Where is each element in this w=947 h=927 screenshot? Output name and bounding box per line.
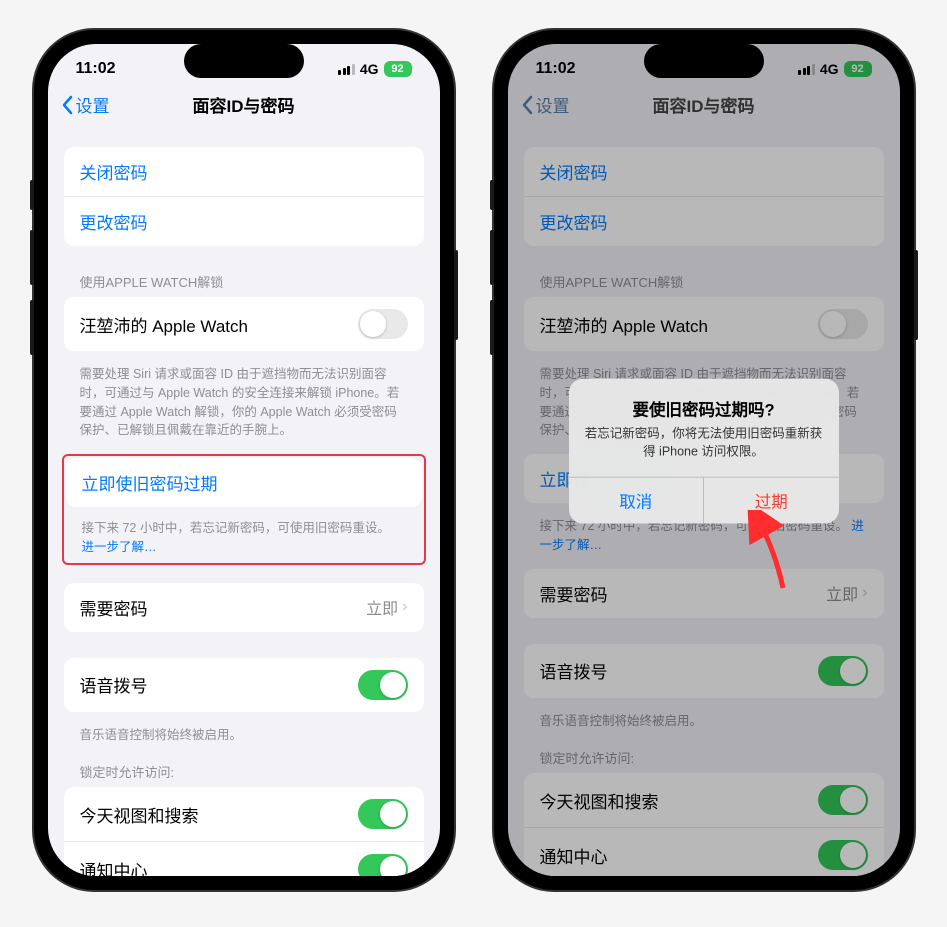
dynamic-island	[644, 44, 764, 78]
learn-more-link[interactable]: 进一步了解…	[82, 540, 157, 554]
notification-center-row[interactable]: 通知中心	[64, 842, 424, 876]
back-button[interactable]: 设置	[60, 92, 110, 117]
alert-title: 要使旧密码过期吗?	[585, 397, 823, 421]
turn-off-passcode-button[interactable]: 关闭密码	[64, 147, 424, 197]
confirm-alert: 要使旧密码过期吗? 若忘记新密码，你将无法使用旧密码重新获得 iPhone 访问…	[569, 379, 839, 524]
apple-watch-label: 汪堃沛的 Apple Watch	[80, 312, 248, 337]
phone-right: 11:02 4G 92 设置 面容ID与密码 关闭密码 更改密码	[494, 30, 914, 890]
apple-watch-toggle[interactable]	[358, 309, 408, 339]
signal-icon	[338, 64, 355, 75]
require-passcode-value: 立即	[366, 595, 398, 619]
apple-watch-row[interactable]: 汪堃沛的 Apple Watch	[64, 297, 424, 351]
require-passcode-label: 需要密码	[80, 595, 148, 620]
status-time: 11:02	[76, 60, 116, 78]
voice-dial-toggle[interactable]	[358, 670, 408, 700]
today-view-toggle[interactable]	[358, 799, 408, 829]
change-passcode-button[interactable]: 更改密码	[64, 197, 424, 246]
alert-confirm-button[interactable]: 过期	[703, 478, 839, 524]
require-passcode-row[interactable]: 需要密码 立即 ›	[64, 583, 424, 632]
watch-footer: 需要处理 Siri 请求或面容 ID 由于遮挡物而无法识别面容时，可通过与 Ap…	[64, 359, 424, 440]
phone-left: 11:02 4G 92 设置 面容ID与密码 关闭密码 更改密码	[34, 30, 454, 890]
chevron-left-icon	[60, 95, 74, 115]
alert-cancel-button[interactable]: 取消	[569, 478, 704, 524]
locked-header: 锁定时允许访问:	[64, 744, 424, 787]
notification-center-toggle[interactable]	[358, 854, 408, 876]
expire-old-passcode-button[interactable]: 立即使旧密码过期	[66, 458, 422, 507]
battery-icon: 92	[384, 61, 412, 77]
voice-dial-row[interactable]: 语音拨号	[64, 658, 424, 712]
status-network: 4G	[360, 61, 379, 77]
alert-message: 若忘记新密码，你将无法使用旧密码重新获得 iPhone 访问权限。	[585, 425, 823, 461]
highlight-annotation: 立即使旧密码过期 接下来 72 小时中，若忘记新密码，可使用旧密码重设。 进一步…	[62, 454, 426, 565]
dynamic-island	[184, 44, 304, 78]
voice-dial-label: 语音拨号	[80, 672, 148, 697]
expire-footer: 接下来 72 小时中，若忘记新密码，可使用旧密码重设。 进一步了解…	[66, 513, 422, 561]
chevron-right-icon: ›	[402, 598, 407, 616]
today-view-row[interactable]: 今天视图和搜索	[64, 787, 424, 842]
watch-header: 使用APPLE WATCH解锁	[64, 254, 424, 297]
nav-bar: 设置 面容ID与密码	[48, 86, 440, 129]
voice-footer: 音乐语音控制将始终被启用。	[64, 720, 424, 745]
back-label: 设置	[76, 92, 110, 117]
